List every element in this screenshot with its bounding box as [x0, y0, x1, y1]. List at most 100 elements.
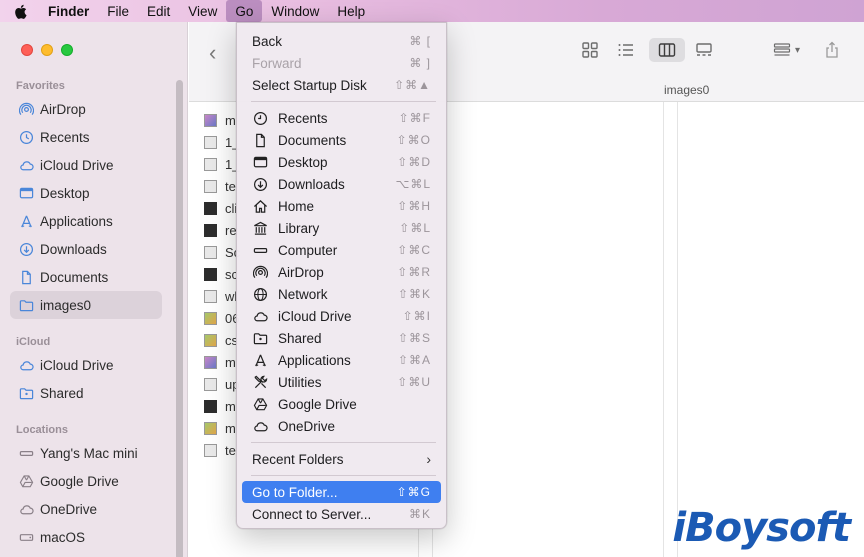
- sidebar-item-icloud-drive-2[interactable]: iCloud Drive: [10, 351, 162, 379]
- menu-item-shortcut: ⇧⌘I: [402, 309, 431, 323]
- menu-go[interactable]: Go: [226, 0, 263, 22]
- sidebar-item-airdrop[interactable]: AirDrop: [10, 95, 162, 123]
- list-view-button[interactable]: [615, 38, 637, 62]
- sidebar-section-icloud: iCloud: [16, 336, 51, 348]
- menu-item-recent-folders[interactable]: Recent Folders ›: [242, 448, 441, 470]
- file-icon: [204, 267, 217, 281]
- cloud-icon: [18, 157, 34, 173]
- file-row[interactable]: sc: [204, 263, 238, 285]
- menu-item-applications[interactable]: Applications ⇧⌘A: [242, 349, 441, 371]
- file-row[interactable]: 1_: [204, 131, 239, 153]
- window-controls: [21, 44, 73, 56]
- menu-item-shared[interactable]: Shared ⇧⌘S: [242, 327, 441, 349]
- folder-icon: [18, 297, 34, 313]
- group-by-button[interactable]: ▾: [767, 38, 805, 62]
- menu-item-home[interactable]: Home ⇧⌘H: [242, 195, 441, 217]
- zoom-window-button[interactable]: [61, 44, 73, 56]
- menu-item-library[interactable]: Library ⇧⌘L: [242, 217, 441, 239]
- menu-item-label: Recent Folders: [252, 451, 344, 467]
- sidebar-item-shared[interactable]: Shared: [10, 379, 162, 407]
- menu-item-documents[interactable]: Documents ⇧⌘O: [242, 129, 441, 151]
- menu-help[interactable]: Help: [328, 0, 374, 22]
- file-row[interactable]: m: [204, 417, 236, 439]
- minimize-window-button[interactable]: [41, 44, 53, 56]
- airdrop-icon: [18, 101, 34, 117]
- sidebar-item-onedrive[interactable]: OneDrive: [10, 495, 162, 523]
- sidebar-item-macos[interactable]: macOS: [10, 523, 162, 551]
- menu-item-forward[interactable]: Forward ⌘ ]: [242, 52, 441, 74]
- menu-item-go-to-folder[interactable]: Go to Folder... ⇧⌘G: [242, 481, 441, 503]
- menu-edit[interactable]: Edit: [138, 0, 179, 22]
- menu-file[interactable]: File: [98, 0, 138, 22]
- menu-item-shortcut: ⇧⌘C: [397, 243, 431, 257]
- file-icon: [204, 201, 217, 215]
- file-row[interactable]: re: [204, 219, 237, 241]
- file-icon: [204, 157, 217, 171]
- file-row[interactable]: cs: [204, 329, 238, 351]
- menu-item-utilities[interactable]: Utilities ⇧⌘U: [242, 371, 441, 393]
- file-row[interactable]: 1_: [204, 153, 239, 175]
- file-row[interactable]: cli: [204, 197, 237, 219]
- menu-item-airdrop[interactable]: AirDrop ⇧⌘R: [242, 261, 441, 283]
- menu-item-shortcut: ⇧⌘A: [397, 353, 431, 367]
- sidebar-item-google-drive[interactable]: Google Drive: [10, 467, 162, 495]
- apple-menu[interactable]: [0, 0, 39, 22]
- menu-item-select-startup-disk[interactable]: Select Startup Disk ⇧⌘▲: [242, 74, 441, 96]
- column-divider[interactable]: [677, 102, 678, 557]
- column-divider[interactable]: [663, 102, 664, 557]
- menu-window[interactable]: Window: [262, 0, 328, 22]
- grid-icon: [582, 42, 598, 58]
- apple-icon: [15, 4, 27, 19]
- sidebar-item-images0[interactable]: images0: [10, 291, 162, 319]
- menu-item-downloads[interactable]: Downloads ⌥⌘L: [242, 173, 441, 195]
- menu-item-desktop[interactable]: Desktop ⇧⌘D: [242, 151, 441, 173]
- sidebar-item-applications[interactable]: Applications: [10, 207, 162, 235]
- icon-view-button[interactable]: [579, 38, 601, 62]
- file-row[interactable]: m: [204, 351, 236, 373]
- menu-item-connect-to-server[interactable]: Connect to Server... ⌘K: [242, 503, 441, 525]
- menu-item-back[interactable]: Back ⌘ [: [242, 30, 441, 52]
- gallery-view-button[interactable]: [693, 38, 715, 62]
- sidebar-scrollbar[interactable]: [176, 80, 183, 557]
- menu-item-recents[interactable]: Recents ⇧⌘F: [242, 107, 441, 129]
- menu-view[interactable]: View: [179, 0, 226, 22]
- menu-item-google-drive[interactable]: Google Drive: [242, 393, 441, 415]
- shared-folder-icon: [18, 385, 34, 401]
- sidebar-item-desktop[interactable]: Desktop: [10, 179, 162, 207]
- file-row[interactable]: m: [204, 395, 236, 417]
- close-window-button[interactable]: [21, 44, 33, 56]
- menu-item-shortcut: ⇧⌘O: [396, 133, 431, 147]
- sidebar-item-documents[interactable]: Documents: [10, 263, 162, 291]
- chevron-right-icon: ›: [426, 451, 431, 467]
- menu-item-computer[interactable]: Computer ⇧⌘C: [242, 239, 441, 261]
- file-row[interactable]: up: [204, 373, 239, 395]
- file-icon: [204, 333, 217, 347]
- file-row[interactable]: wl: [204, 285, 237, 307]
- back-chevron-icon[interactable]: ‹: [209, 40, 216, 66]
- file-row[interactable]: Sc: [204, 241, 240, 263]
- menu-item-shortcut: ⇧⌘H: [397, 199, 431, 213]
- sidebar-item-icloud-drive[interactable]: iCloud Drive: [10, 151, 162, 179]
- file-row[interactable]: 06: [204, 307, 239, 329]
- menu-item-label: Documents: [278, 132, 347, 148]
- sidebar-item-label: images0: [40, 297, 92, 313]
- file-row[interactable]: te: [204, 439, 236, 461]
- menu-finder[interactable]: Finder: [39, 0, 98, 22]
- menu-item-icloud-drive[interactable]: iCloud Drive ⇧⌘I: [242, 305, 441, 327]
- file-row[interactable]: te: [204, 175, 236, 197]
- column-view-button[interactable]: [649, 38, 685, 62]
- sidebar-section-locations: Locations: [16, 424, 68, 436]
- cloud-icon: [18, 501, 34, 517]
- file-icon: [204, 135, 217, 149]
- file-row[interactable]: m: [204, 109, 236, 131]
- sidebar-item-recents[interactable]: Recents: [10, 123, 162, 151]
- sidebar-item-label: Desktop: [40, 185, 90, 201]
- menu-item-onedrive[interactable]: OneDrive: [242, 415, 441, 437]
- menu-item-network[interactable]: Network ⇧⌘K: [242, 283, 441, 305]
- menu-item-label: iCloud Drive: [278, 308, 352, 324]
- menu-item-label: Applications: [278, 352, 351, 368]
- globe-icon: [252, 286, 268, 302]
- share-button[interactable]: [821, 38, 843, 62]
- sidebar-item-downloads[interactable]: Downloads: [10, 235, 162, 263]
- sidebar-item-mac-mini[interactable]: Yang's Mac mini: [10, 439, 162, 467]
